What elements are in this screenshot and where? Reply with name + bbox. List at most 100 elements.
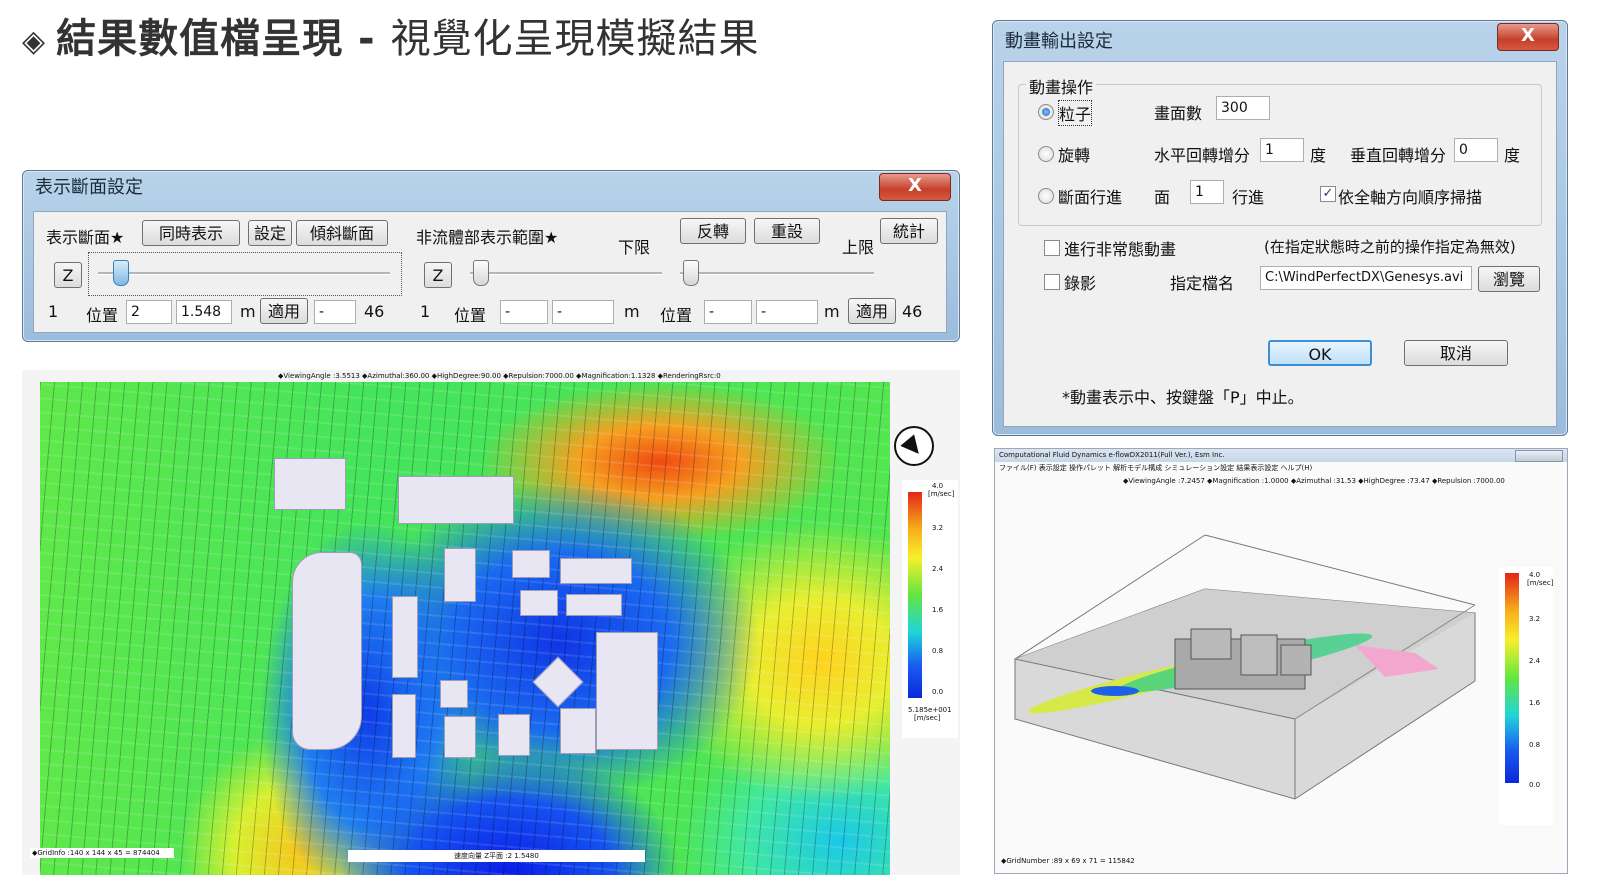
legend-tick: 4.0 xyxy=(932,482,944,490)
h-rotation-input[interactable]: 1 xyxy=(1260,138,1304,162)
upper-pos-value-field[interactable]: - xyxy=(756,300,818,324)
nonsteady-note: (在指定狀態時之前的操作指定為無效) xyxy=(1264,238,1516,256)
group-label: 動畫操作 xyxy=(1026,74,1097,98)
upper-slider-track xyxy=(680,272,874,275)
apply-button-left[interactable]: 適用 xyxy=(260,298,308,324)
simultaneous-button[interactable]: 同時表示 xyxy=(142,220,240,246)
unit-m-lower: m xyxy=(624,302,640,321)
lower-pos-value-field[interactable]: - xyxy=(552,300,614,324)
cfd-3d-scene xyxy=(1014,534,1476,800)
scan-checkbox[interactable]: ✓ xyxy=(1320,186,1336,202)
diamond-bullet-icon: ◈ xyxy=(22,23,47,59)
section-settings-window: 表示斷面設定 X 表示斷面★ 同時表示 設定 傾斜斷面 非流體部表示範圍★ 下限… xyxy=(22,170,960,342)
close-button[interactable]: X xyxy=(879,173,951,201)
upper-pos-index-field[interactable]: - xyxy=(704,300,752,324)
right-max-label: 46 xyxy=(902,302,923,321)
nonsteady-checkbox[interactable] xyxy=(1044,240,1060,256)
building-block xyxy=(566,594,622,616)
cancel-button[interactable]: 取消 xyxy=(1404,340,1508,366)
lower-slider-thumb[interactable] xyxy=(473,260,489,286)
vector-arrows-overlay xyxy=(40,382,890,875)
plan-view-panel: ◆ViewingAngle :3.5513 ◆Azimuthal:360.00 … xyxy=(22,370,960,875)
section-settings-client: 表示斷面★ 同時表示 設定 傾斜斷面 非流體部表示範圍★ 下限 反轉 重設 上限… xyxy=(33,211,947,333)
building-block xyxy=(520,590,558,616)
filename-input[interactable]: C:\WindPerfectDX\Genesys.avi xyxy=(1260,266,1472,290)
legend-footer-value: 5.185e+001 xyxy=(908,706,952,714)
frames-label: 畫面數 xyxy=(1154,104,1203,123)
building-block xyxy=(560,708,596,754)
title-main: 結果數值檔呈現 xyxy=(56,16,344,62)
particle-radio[interactable] xyxy=(1038,104,1054,120)
left-dash-field[interactable]: - xyxy=(314,300,356,324)
degree-label-2: 度 xyxy=(1504,146,1521,165)
title-subtitle: 視覺化呈現模擬結果 xyxy=(390,16,760,62)
building-block xyxy=(444,716,476,758)
invert-button[interactable]: 反轉 xyxy=(680,218,746,244)
building-block xyxy=(274,458,346,510)
cfd-footer: ◆GridNumber :89 x 69 x 71 = 115842 xyxy=(1001,857,1135,865)
right-min-label: 1 xyxy=(420,302,431,321)
building-block xyxy=(512,550,550,578)
advance-label: 行進 xyxy=(1232,188,1265,207)
upper-limit-label: 上限 xyxy=(842,238,875,257)
scan-label: 依全軸方向順序掃描 xyxy=(1338,188,1483,207)
section-advance-radio[interactable] xyxy=(1038,188,1054,204)
record-checkbox[interactable] xyxy=(1044,274,1060,290)
building-block xyxy=(392,596,418,678)
nonfluid-range-label: 非流體部表示範圍★ xyxy=(416,228,559,247)
close-button[interactable]: X xyxy=(1497,23,1559,51)
plan-view-footer-left: ◆GridInfo :140 x 144 x 45 = 874404 xyxy=(30,848,174,858)
settings-button[interactable]: 設定 xyxy=(248,220,292,246)
cfd-legend-tick: 3.2 xyxy=(1529,615,1541,623)
dialog-title: 動畫輸出設定 xyxy=(1005,31,1113,52)
section-advance-label: 斷面行進 xyxy=(1058,188,1123,207)
section-slider-track xyxy=(98,272,390,275)
cfd-legend-colorbar xyxy=(1505,573,1519,783)
cfd-legend-tick: 0.8 xyxy=(1529,741,1541,749)
frames-input[interactable]: 300 xyxy=(1216,96,1270,120)
legend-footer-unit: [m/sec] xyxy=(914,714,941,722)
title-separator: - xyxy=(358,16,376,62)
cfd-legend-tick: 0.0 xyxy=(1529,781,1541,789)
legend-colorbar xyxy=(908,492,922,698)
apply-button-right[interactable]: 適用 xyxy=(848,298,896,324)
face-input[interactable]: 1 xyxy=(1190,180,1224,204)
left-position-index[interactable]: 2 xyxy=(126,300,172,324)
ok-button[interactable]: OK xyxy=(1268,340,1372,366)
building-block xyxy=(498,714,530,756)
z-button-left[interactable]: Z xyxy=(54,262,82,288)
upper-position-label: 位置 xyxy=(660,306,693,325)
building-block xyxy=(440,680,468,708)
cfd-legend: [m/sec] 4.0 3.2 2.4 1.6 0.8 0.0 xyxy=(1499,567,1553,825)
statistics-button[interactable]: 統計 xyxy=(880,218,938,244)
building-block xyxy=(292,552,362,750)
cfd-legend-tick: 1.6 xyxy=(1529,699,1541,707)
v-rotation-input[interactable]: 0 xyxy=(1454,138,1498,162)
right-position-label: 位置 xyxy=(454,306,487,325)
display-section-label: 表示斷面★ xyxy=(46,228,125,247)
velocity-field-map xyxy=(40,382,890,875)
animation-dialog-client: 動畫操作 粒子 畫面數 300 旋轉 水平回轉增分 1 度 垂直回轉增分 0 度… xyxy=(1003,61,1557,427)
v-rotation-label: 垂直回轉增分 xyxy=(1350,146,1447,165)
face-label: 面 xyxy=(1154,188,1171,207)
page-title: ◈ 結果數值檔呈現 - 視覺化呈現模擬結果 xyxy=(22,6,760,64)
upper-slider-thumb[interactable] xyxy=(683,260,699,286)
building-block xyxy=(398,476,514,524)
legend-tick: 3.2 xyxy=(932,524,944,532)
tilt-section-button[interactable]: 傾斜斷面 xyxy=(296,220,388,246)
record-label: 錄影 xyxy=(1064,274,1097,293)
rotate-radio[interactable] xyxy=(1038,146,1054,162)
left-position-value[interactable]: 1.548 xyxy=(176,300,232,324)
particle-label: 粒子 xyxy=(1058,100,1093,126)
unit-m-label: m xyxy=(240,302,256,321)
section-slider-thumb[interactable] xyxy=(113,260,129,286)
browse-button[interactable]: 瀏覽 xyxy=(1478,266,1540,292)
legend-tick: 0.8 xyxy=(932,647,944,655)
z-button-right[interactable]: Z xyxy=(424,262,452,288)
cfd-legend-tick: 4.0 xyxy=(1529,571,1541,579)
reset-button[interactable]: 重設 xyxy=(754,218,820,244)
h-rotation-label: 水平回轉增分 xyxy=(1154,146,1251,165)
left-max-label: 46 xyxy=(364,302,385,321)
lower-pos-index-field[interactable]: - xyxy=(500,300,548,324)
building-block xyxy=(392,694,416,758)
